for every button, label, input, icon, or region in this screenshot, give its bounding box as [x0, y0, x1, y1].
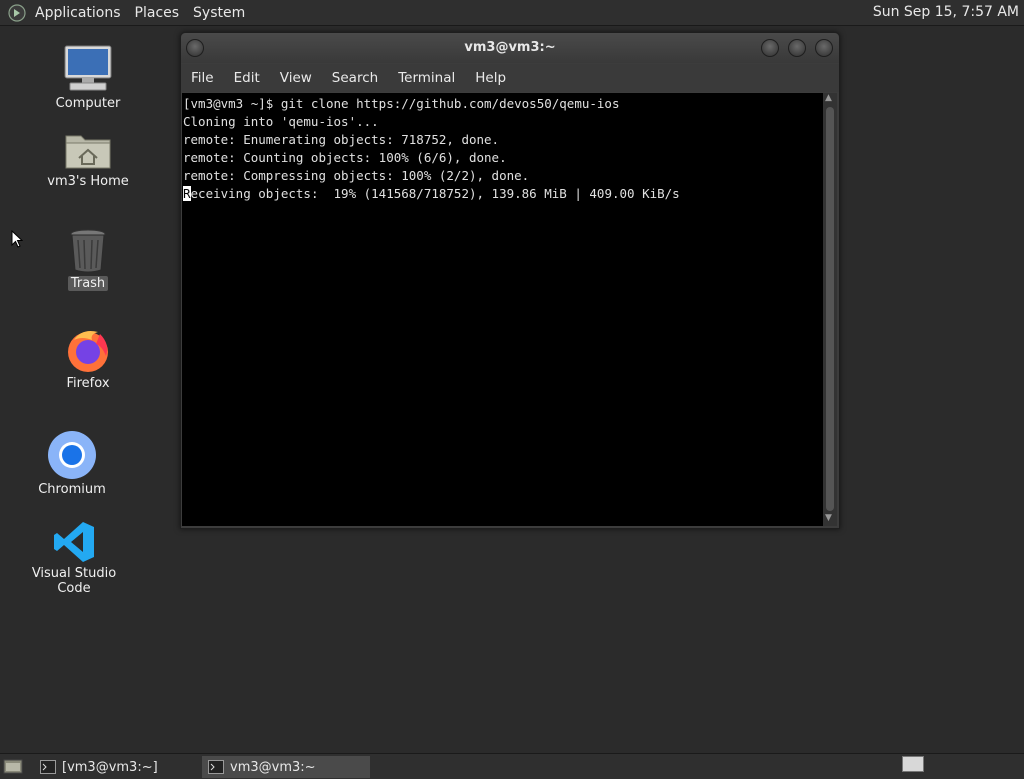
- window-title: vm3@vm3:~: [464, 40, 556, 55]
- bottom-taskbar: [vm3@vm3:~] vm3@vm3:~: [0, 753, 1024, 779]
- menu-edit[interactable]: Edit: [224, 70, 270, 86]
- home-folder-icon: [65, 135, 111, 169]
- terminal-icon: [40, 760, 56, 774]
- menu-view[interactable]: View: [270, 70, 322, 86]
- desktop-icon-label: Computer: [55, 96, 121, 111]
- taskbar-item-label: [vm3@vm3:~]: [62, 759, 158, 775]
- menu-file[interactable]: File: [181, 70, 224, 86]
- applications-menu-icon[interactable]: [8, 3, 26, 22]
- terminal-scrollbar[interactable]: ▲ ▼: [823, 93, 837, 526]
- close-button[interactable]: [815, 39, 833, 57]
- terminal-line: remote: Enumerating objects: 718752, don…: [183, 132, 500, 147]
- terminal-line: remote: Compressing objects: 100% (2/2),…: [183, 168, 530, 183]
- terminal-icon: [208, 760, 224, 774]
- system-menu[interactable]: System: [186, 5, 252, 21]
- chromium-icon: [48, 431, 96, 479]
- desktop-icon-firefox[interactable]: Firefox: [33, 326, 143, 391]
- trash-icon: [70, 229, 106, 273]
- terminal-line: [vm3@vm3 ~]$ git clone https://github.co…: [183, 96, 620, 111]
- mouse-pointer-icon: [11, 230, 23, 248]
- applications-menu[interactable]: Applications: [28, 5, 128, 21]
- terminal-line: remote: Counting objects: 100% (6/6), do…: [183, 150, 507, 165]
- clock[interactable]: Sun Sep 15, 7:57 AM: [873, 4, 1019, 20]
- menu-help[interactable]: Help: [465, 70, 516, 86]
- terminal-line: Cloning into 'qemu-ios'...: [183, 114, 379, 129]
- desktop-icon-computer[interactable]: Computer: [33, 44, 143, 111]
- desktop-icon-trash[interactable]: Trash: [33, 228, 143, 291]
- terminal-menubar: File Edit View Search Terminal Help: [181, 64, 839, 92]
- window-menu-button[interactable]: [186, 39, 204, 57]
- scroll-down-icon[interactable]: ▼: [825, 513, 832, 523]
- terminal-line: Receiving objects: 19% (141568/718752), …: [183, 185, 680, 203]
- desktop-icon-label: Chromium: [38, 482, 106, 497]
- menu-search[interactable]: Search: [322, 70, 388, 86]
- minimize-button[interactable]: [761, 39, 779, 57]
- scrollbar-thumb[interactable]: [826, 107, 834, 511]
- firefox-icon: [68, 331, 108, 372]
- workspace-switcher[interactable]: [902, 756, 924, 772]
- desktop-icon-label: vm3's Home: [47, 174, 129, 189]
- terminal-output[interactable]: [vm3@vm3 ~]$ git clone https://github.co…: [182, 93, 823, 526]
- menu-terminal[interactable]: Terminal: [388, 70, 465, 86]
- desktop-icon-home[interactable]: vm3's Home: [33, 128, 143, 189]
- taskbar-item-terminal-1[interactable]: [vm3@vm3:~]: [34, 756, 194, 778]
- maximize-button[interactable]: [788, 39, 806, 57]
- show-desktop-icon[interactable]: [3, 758, 23, 775]
- vscode-icon: [54, 522, 94, 562]
- taskbar-item-label: vm3@vm3:~: [230, 759, 316, 775]
- taskbar-item-terminal-2[interactable]: vm3@vm3:~: [202, 756, 370, 778]
- top-panel: Applications Places System Sun Sep 15, 7…: [0, 0, 1024, 26]
- terminal-window[interactable]: vm3@vm3:~ File Edit View Search Terminal…: [180, 32, 840, 529]
- desktop-icon-label: Trash: [67, 276, 109, 291]
- desktop-icon-vscode[interactable]: Visual Studio Code: [19, 520, 129, 596]
- scroll-up-icon[interactable]: ▲: [825, 93, 832, 103]
- terminal-line-text: eceiving objects: 19% (141568/718752), 1…: [190, 186, 680, 201]
- desktop-icon-label: Visual Studio Code: [31, 566, 117, 596]
- places-menu[interactable]: Places: [128, 5, 187, 21]
- desktop-icon-chromium[interactable]: Chromium: [17, 430, 127, 497]
- desktop-icon-label: Firefox: [66, 376, 110, 391]
- terminal-cursor: R: [183, 186, 191, 201]
- terminal-titlebar[interactable]: vm3@vm3:~: [181, 33, 839, 63]
- computer-icon: [64, 45, 112, 91]
